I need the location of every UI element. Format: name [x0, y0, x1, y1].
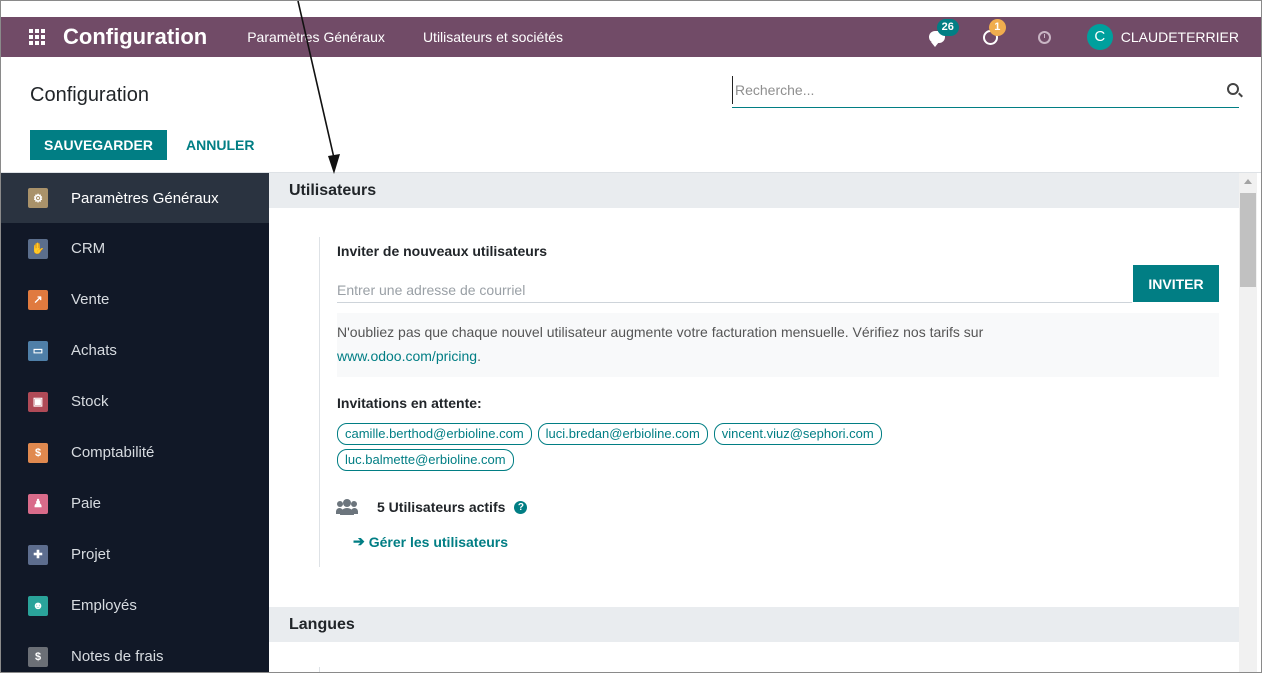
sidebar-item-inventory[interactable]: ▣ Stock: [1, 376, 269, 427]
sidebar-item-label: Paramètres Généraux: [71, 189, 219, 207]
search-bar: [732, 76, 1239, 108]
active-users-row: 5 Utilisateurs actifs ?: [336, 499, 528, 515]
pending-invitation-chip[interactable]: camille.berthod@erbioline.com: [337, 423, 532, 445]
pending-invitation-chip[interactable]: luci.bredan@erbioline.com: [537, 423, 708, 445]
sidebar-item-label: Employés: [71, 597, 137, 614]
sidebar-item-purchase[interactable]: ▭ Achats: [1, 325, 269, 376]
billing-notice: N'oubliez pas que chaque nouvel utilisat…: [337, 313, 1219, 377]
settings-sidebar: ⚙ Paramètres Généraux ✋ CRM ↗ Vente ▭ Ac…: [1, 173, 269, 672]
search-input[interactable]: [732, 76, 1202, 104]
messages-button[interactable]: 26: [925, 19, 959, 49]
sidebar-item-label: Achats: [71, 342, 117, 359]
pending-invitation-chip[interactable]: vincent.viuz@sephori.com: [713, 423, 882, 445]
menu-users-companies[interactable]: Utilisateurs et sociétés: [423, 29, 563, 45]
scroll-up-arrow-icon[interactable]: [1244, 179, 1252, 184]
users-icon: [336, 499, 358, 515]
page-title: Configuration: [30, 84, 149, 106]
pending-invitations-list: camille.berthod@erbioline.com luci.breda…: [337, 423, 1037, 475]
users-section-heading: Utilisateurs: [269, 173, 1239, 208]
content-scrollbar[interactable]: [1239, 173, 1257, 672]
clock-icon: [1038, 30, 1052, 44]
sidebar-item-label: CRM: [71, 240, 106, 257]
sidebar-item-label: Comptabilité: [71, 444, 155, 461]
sidebar-item-label: Projet: [71, 546, 111, 563]
languages-setting-border: [319, 667, 320, 672]
sidebar-item-accounting[interactable]: $ Comptabilité: [1, 427, 269, 478]
user-avatar[interactable]: C: [1086, 24, 1113, 50]
languages-section-heading: Langues: [269, 607, 1239, 642]
top-navbar: Configuration Paramètres Généraux Utilis…: [1, 17, 1261, 57]
app-frame: Configuration Paramètres Généraux Utilis…: [0, 0, 1262, 673]
manage-users-label: Gérer les utilisateurs: [368, 533, 509, 550]
search-icon[interactable]: [1227, 83, 1239, 95]
menu-general-settings[interactable]: Paramètres Généraux: [247, 29, 385, 45]
activities-button[interactable]: 1: [979, 19, 1006, 49]
pricing-link[interactable]: www.odoo.com/pricing: [337, 348, 477, 364]
sidebar-item-label: Stock: [71, 393, 109, 410]
navbar-systray: 26 1 C CLAUDETERRIER: [925, 17, 1261, 57]
invite-users-setting: Inviter de nouveaux utilisateurs INVITER…: [319, 237, 1219, 567]
chart-line-icon: ↗: [28, 289, 48, 310]
save-button[interactable]: SAUVEGARDER: [30, 130, 167, 160]
sidebar-item-sales[interactable]: ↗ Vente: [1, 274, 269, 325]
invite-button[interactable]: INVITER: [1133, 265, 1219, 302]
help-icon[interactable]: ?: [514, 500, 528, 514]
expense-icon: $: [28, 646, 48, 667]
box-icon: ▣: [28, 391, 48, 412]
invoice-icon: $: [28, 442, 48, 463]
apps-grid-icon[interactable]: [29, 29, 45, 45]
credit-card-icon: ▭: [28, 340, 48, 361]
scroll-thumb[interactable]: [1240, 193, 1256, 287]
handshake-icon: ✋: [28, 238, 48, 259]
app-brand[interactable]: Configuration: [63, 24, 207, 50]
payroll-icon: ♟: [28, 493, 48, 514]
clock-button[interactable]: [1033, 25, 1057, 49]
active-users-count: 5 Utilisateurs actifs: [377, 499, 506, 515]
settings-content: Utilisateurs Inviter de nouveaux utilisa…: [269, 173, 1239, 672]
sidebar-item-crm[interactable]: ✋ CRM: [1, 223, 269, 274]
arrow-right-icon: ➔: [353, 533, 365, 549]
notice-end: .: [477, 348, 481, 364]
manage-users-link[interactable]: ➔ Gérer les utilisateurs: [353, 533, 508, 550]
sidebar-item-label: Vente: [71, 291, 110, 308]
invite-email-field[interactable]: [337, 277, 1132, 303]
sidebar-item-employees[interactable]: ☻ Employés: [1, 580, 269, 631]
pending-invitation-chip[interactable]: luc.balmette@erbioline.com: [337, 449, 514, 471]
user-menu[interactable]: CLAUDETERRIER: [1121, 29, 1239, 45]
sidebar-item-label: Paie: [71, 495, 102, 512]
pending-invitations-title: Invitations en attente:: [337, 395, 482, 411]
gear-icon: ⚙: [28, 188, 48, 208]
sidebar-item-general-settings[interactable]: ⚙ Paramètres Généraux: [1, 173, 269, 223]
sidebar-item-payroll[interactable]: ♟ Paie: [1, 478, 269, 529]
messages-badge: 26: [936, 19, 959, 36]
cancel-button[interactable]: ANNULER: [186, 130, 254, 160]
puzzle-icon: ✚: [28, 544, 48, 565]
sidebar-item-expenses[interactable]: $ Notes de frais: [1, 631, 269, 672]
employees-icon: ☻: [28, 595, 48, 616]
activities-badge: 1: [988, 19, 1006, 36]
sidebar-item-label: Notes de frais: [71, 648, 164, 665]
notice-text: N'oubliez pas que chaque nouvel utilisat…: [337, 324, 984, 340]
invite-title: Inviter de nouveaux utilisateurs: [337, 243, 548, 259]
sidebar-item-project[interactable]: ✚ Projet: [1, 529, 269, 580]
